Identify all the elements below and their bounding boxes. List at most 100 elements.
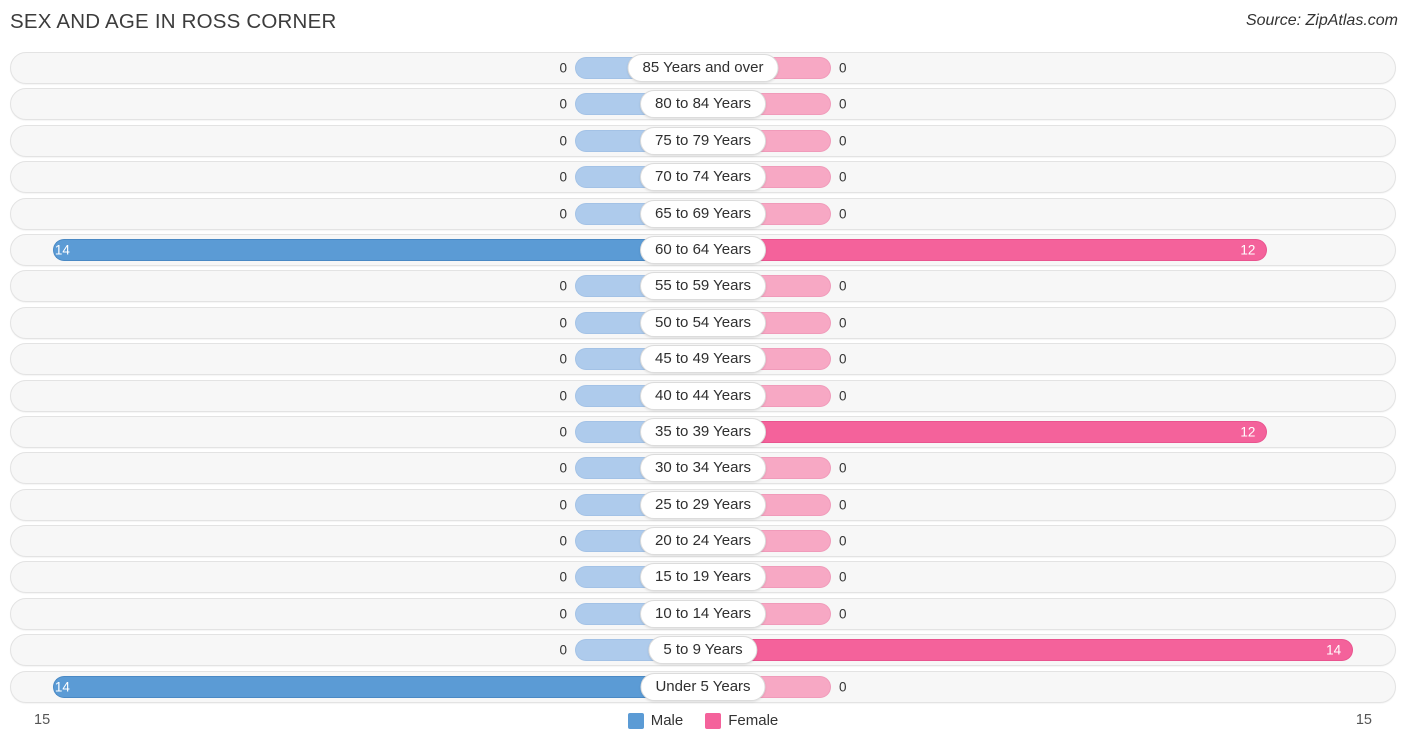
age-group-row: 14 12 60 to 64 Years: [10, 233, 1396, 266]
female-value-label: 0: [839, 133, 847, 149]
male-value-label: 0: [559, 60, 567, 76]
male-value-label: 14: [54, 678, 70, 694]
age-group-row: 0 0 75 to 79 Years: [10, 124, 1396, 157]
age-group-label: 45 to 49 Years: [640, 345, 766, 374]
female-value-label: 0: [839, 569, 847, 585]
age-group-label: 40 to 44 Years: [640, 381, 766, 410]
row-track: 0 0 10 to 14 Years: [11, 599, 1395, 629]
row-track: 0 0 55 to 59 Years: [11, 271, 1395, 301]
age-group-label: 70 to 74 Years: [640, 163, 766, 192]
row-track: 0 0 25 to 29 Years: [11, 490, 1395, 520]
male-value-label: 0: [559, 96, 567, 112]
age-group-label: 15 to 19 Years: [640, 563, 766, 592]
female-bar[interactable]: [703, 639, 1354, 662]
female-value-label: 0: [839, 533, 847, 549]
male-value-label: 0: [559, 314, 567, 330]
row-track: 0 0 80 to 84 Years: [11, 89, 1395, 119]
male-value-label: 0: [559, 278, 567, 294]
age-group-row: 0 0 20 to 24 Years: [10, 525, 1396, 558]
age-group-row: 14 0 Under 5 Years: [10, 670, 1396, 703]
legend-label-male: Male: [650, 712, 684, 729]
female-value-label: 0: [839, 169, 847, 185]
male-value-label: 0: [559, 169, 567, 185]
row-track: 0 0 45 to 49 Years: [11, 344, 1395, 374]
male-value-label: 0: [559, 351, 567, 367]
row-track: 0 0 75 to 79 Years: [11, 126, 1395, 156]
female-value-label: 0: [839, 496, 847, 512]
age-group-label: 60 to 64 Years: [640, 235, 766, 264]
male-value-label: 0: [559, 569, 567, 585]
age-group-label: 10 to 14 Years: [640, 599, 766, 628]
male-value-label: 0: [559, 460, 567, 476]
male-value-label: 0: [559, 133, 567, 149]
row-track: 14 12 60 to 64 Years: [11, 235, 1395, 265]
female-value-label: 0: [839, 460, 847, 476]
female-value-label: 0: [839, 678, 847, 694]
age-group-row: 0 0 85 Years and over: [10, 52, 1396, 84]
legend-label-female: Female: [728, 712, 779, 729]
age-group-row: 0 0 55 to 59 Years: [10, 270, 1396, 303]
age-group-row: 0 0 40 to 44 Years: [10, 379, 1396, 412]
age-group-label: 30 to 34 Years: [640, 454, 766, 483]
female-value-label: 0: [839, 387, 847, 403]
legend-item-female[interactable]: Female: [705, 712, 778, 729]
female-value-label: 0: [839, 96, 847, 112]
male-value-label: 0: [559, 496, 567, 512]
female-value-label: 12: [1240, 424, 1256, 440]
male-value-label: 0: [559, 205, 567, 221]
row-track: 0 0 30 to 34 Years: [11, 453, 1395, 483]
legend-item-male[interactable]: Male: [627, 712, 684, 729]
row-track: 0 14 5 to 9 Years: [11, 635, 1395, 665]
row-track: 0 0 20 to 24 Years: [11, 526, 1395, 556]
male-value-label: 0: [559, 424, 567, 440]
age-group-label: 25 to 29 Years: [640, 490, 766, 519]
female-value-label: 0: [839, 60, 847, 76]
age-group-label: 85 Years and over: [627, 54, 779, 82]
age-group-row: 0 0 70 to 74 Years: [10, 161, 1396, 194]
age-group-row: 0 0 15 to 19 Years: [10, 561, 1396, 594]
row-track: 14 0 Under 5 Years: [11, 672, 1395, 702]
female-bar[interactable]: [703, 420, 1268, 443]
age-group-row: 0 0 10 to 14 Years: [10, 597, 1396, 630]
male-bar[interactable]: [52, 675, 703, 698]
age-group-label: 65 to 69 Years: [640, 199, 766, 228]
age-group-row: 0 12 35 to 39 Years: [10, 415, 1396, 448]
age-group-row: 0 0 65 to 69 Years: [10, 197, 1396, 230]
male-value-label: 0: [559, 387, 567, 403]
age-group-label: 5 to 9 Years: [648, 636, 758, 665]
chart-legend: Male Female: [0, 712, 1406, 729]
male-value-label: 14: [54, 242, 70, 258]
age-group-label: 80 to 84 Years: [640, 90, 766, 119]
row-track: 0 0 15 to 19 Years: [11, 562, 1395, 592]
age-group-row: 0 0 45 to 49 Years: [10, 343, 1396, 376]
male-value-label: 0: [559, 533, 567, 549]
row-track: 0 12 35 to 39 Years: [11, 417, 1395, 447]
age-group-label: 50 to 54 Years: [640, 308, 766, 337]
row-track: 0 0 65 to 69 Years: [11, 199, 1395, 229]
row-track: 0 0 70 to 74 Years: [11, 162, 1395, 192]
age-group-label: 55 to 59 Years: [640, 272, 766, 301]
population-pyramid-chart: SEX AND AGE IN ROSS CORNER Source: ZipAt…: [0, 0, 1406, 740]
age-group-row: 0 0 30 to 34 Years: [10, 452, 1396, 485]
age-group-label: 20 to 24 Years: [640, 527, 766, 556]
male-bar[interactable]: [52, 238, 703, 261]
male-value-label: 0: [559, 642, 567, 658]
male-color-swatch: [627, 712, 644, 729]
age-group-row: 0 14 5 to 9 Years: [10, 634, 1396, 667]
female-value-label: 0: [839, 314, 847, 330]
female-value-label: 0: [839, 606, 847, 622]
female-value-label: 0: [839, 205, 847, 221]
row-track: 0 0 50 to 54 Years: [11, 308, 1395, 338]
row-track: 0 0 85 Years and over: [11, 53, 1395, 83]
female-color-swatch: [705, 712, 722, 729]
age-group-row: 0 0 50 to 54 Years: [10, 306, 1396, 339]
female-bar[interactable]: [703, 238, 1268, 261]
age-group-row: 0 0 25 to 29 Years: [10, 488, 1396, 521]
source-attribution: Source: ZipAtlas.com: [1245, 12, 1398, 29]
male-value-label: 0: [559, 606, 567, 622]
age-group-label: 75 to 79 Years: [640, 126, 766, 155]
female-value-label: 12: [1240, 242, 1256, 258]
age-group-label: 35 to 39 Years: [640, 417, 766, 446]
age-group-row: 0 0 80 to 84 Years: [10, 88, 1396, 121]
row-track: 0 0 40 to 44 Years: [11, 381, 1395, 411]
